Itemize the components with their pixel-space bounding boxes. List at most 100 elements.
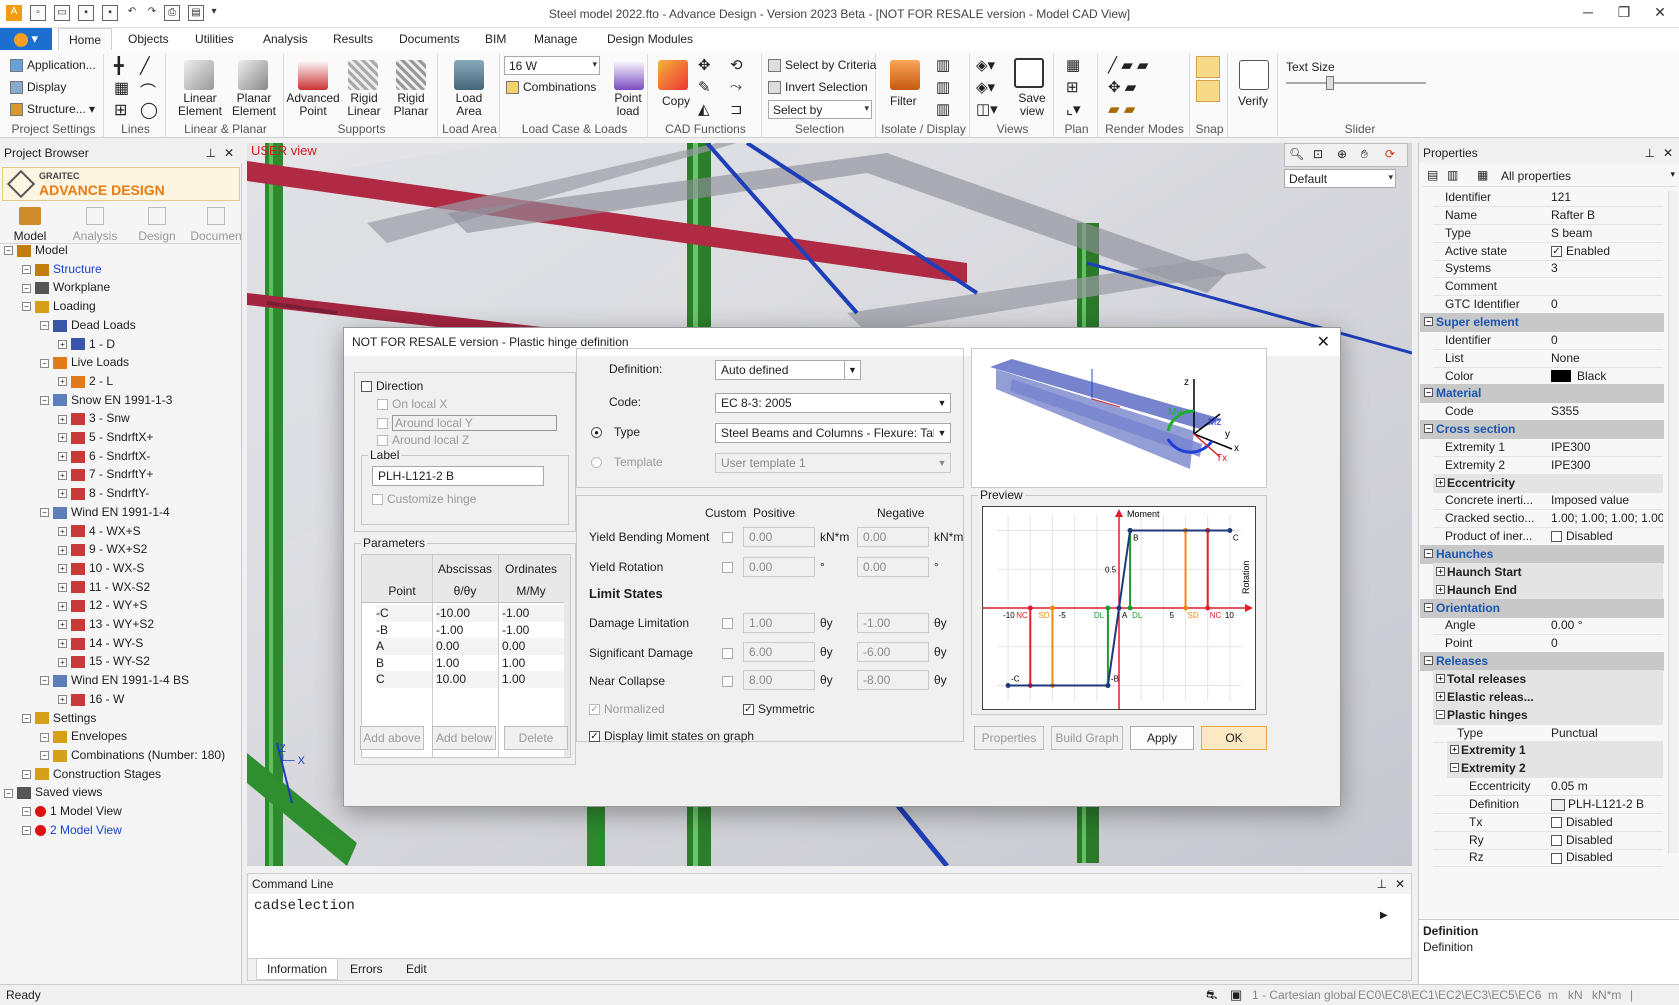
tree-item[interactable]: − Loading — [22, 297, 96, 315]
all-properties-combo[interactable]: All properties — [1501, 169, 1571, 183]
render-2-icon[interactable]: ✥ ▰ — [1108, 78, 1136, 96]
property-value[interactable]: Disabled — [1551, 831, 1663, 849]
expand-icon[interactable]: + — [1436, 584, 1445, 594]
snap-mode-icon[interactable] — [1196, 80, 1220, 102]
customize-hinge-checkbox[interactable]: Customize hinge — [372, 492, 476, 506]
property-section[interactable]: − Orientation — [1420, 598, 1664, 618]
tree-item[interactable]: − Envelopes — [40, 727, 127, 745]
grid-point-cell[interactable]: B — [376, 655, 432, 672]
expand-icon[interactable]: − — [40, 321, 49, 331]
chevron-down-icon[interactable]: ▾ — [1670, 169, 1675, 180]
grid-abscissa-cell[interactable]: 0.00 — [436, 638, 498, 655]
add-below-button[interactable]: Add below — [432, 726, 496, 750]
tree-item[interactable]: +8 - SndrftY- — [58, 484, 149, 502]
extend-icon[interactable]: ⊐ — [730, 100, 743, 118]
grid-icon[interactable]: ▦ — [114, 78, 129, 98]
expand-icon[interactable]: − — [40, 358, 49, 368]
linear-element-button[interactable]: Linear Element — [172, 92, 228, 118]
collapse-icon[interactable]: − — [1424, 316, 1433, 326]
collapse-neg[interactable]: -8.00 — [857, 670, 929, 690]
copy-icon[interactable] — [658, 60, 688, 90]
property-row[interactable]: Extremity 2 IPE300 — [1433, 456, 1663, 475]
property-section[interactable]: − Super element — [1420, 312, 1664, 332]
expand-icon[interactable]: − — [22, 283, 31, 293]
tree-item[interactable]: − 1 Model View — [22, 802, 122, 820]
slider-thumb[interactable] — [1325, 76, 1334, 90]
load-area-icon[interactable] — [454, 60, 484, 90]
grid-abscissa-cell[interactable]: 1.00 — [436, 655, 498, 672]
text-size-slider[interactable] — [1286, 82, 1426, 84]
expand-icon[interactable]: − — [22, 265, 31, 275]
expand-icon[interactable]: + — [58, 582, 67, 592]
restore-icon[interactable]: ❐ — [1610, 4, 1638, 24]
property-checkbox[interactable]: ✓ — [1551, 245, 1562, 257]
yield-moment-neg[interactable]: 0.00 — [857, 527, 929, 547]
expand-icon[interactable]: − — [40, 508, 49, 518]
linear-element-icon[interactable] — [184, 60, 214, 90]
tab-results[interactable]: Results — [333, 32, 373, 46]
orbit-icon[interactable]: ⟳ — [1385, 147, 1395, 161]
property-value[interactable]: 121 — [1551, 188, 1663, 206]
property-checkbox[interactable] — [1551, 852, 1562, 864]
tree-item[interactable]: +1 - D — [58, 335, 115, 353]
property-section[interactable]: − Haunches — [1420, 545, 1664, 564]
damage-pos[interactable]: 1.00 — [743, 613, 815, 633]
load-case-combo[interactable]: 16 W ▾ — [504, 56, 600, 75]
collapse-icon[interactable]: − — [1424, 656, 1433, 666]
template-combo[interactable]: User template 1 ▼ — [715, 453, 951, 473]
categorize-icon[interactable]: ▥ — [1447, 168, 1458, 182]
tree-item[interactable]: − Dead Loads — [40, 316, 136, 334]
tree-item[interactable]: +14 - WY-S — [58, 634, 143, 652]
property-row[interactable]: Name Rafter B — [1433, 206, 1663, 225]
mode-model[interactable]: Model — [10, 207, 50, 243]
expand-icon[interactable]: + — [58, 695, 67, 705]
collapse-custom-checkbox[interactable] — [722, 676, 733, 687]
tree-item[interactable]: − Settings — [22, 709, 96, 727]
property-row[interactable]: Identifier 0 — [1433, 331, 1663, 350]
property-value[interactable]: Punctual — [1551, 724, 1663, 742]
property-row[interactable]: GTC Identifier 0 — [1433, 295, 1663, 315]
tree-item[interactable]: − 2 Model View — [22, 821, 122, 839]
property-row[interactable]: Cracked sectio... 1.00; 1.00; 1.00; 1.00 — [1433, 509, 1663, 529]
grid-point-cell[interactable]: -C — [376, 605, 432, 622]
stretch-icon[interactable]: ✎ — [698, 78, 711, 96]
property-row[interactable]: Concrete inerti... Imposed value — [1433, 491, 1663, 511]
yield-rotation-neg[interactable]: 0.00 — [857, 557, 929, 577]
tree-item[interactable]: +3 - Snw — [58, 409, 130, 427]
expand-icon[interactable]: + — [58, 433, 67, 443]
property-checkbox[interactable] — [1551, 834, 1562, 846]
around-local-y-checkbox[interactable]: Around local Y — [377, 415, 557, 431]
significant-pos[interactable]: 6.00 — [743, 642, 815, 662]
expand-icon[interactable]: + — [58, 489, 67, 499]
snap-magnet-icon[interactable] — [1196, 56, 1220, 78]
render-3-icon[interactable]: ▰ ▰ — [1108, 100, 1135, 118]
layer-status-icon[interactable]: ▣ — [1230, 987, 1242, 1003]
expand-icon[interactable]: + — [58, 377, 67, 387]
tab-analysis[interactable]: Analysis — [263, 32, 308, 46]
pin-icon[interactable]: ⊥ — [206, 146, 216, 160]
property-value[interactable]: Rafter B — [1551, 206, 1663, 224]
tab-edit[interactable]: Edit — [396, 962, 437, 976]
tab-utilities[interactable]: Utilities — [195, 32, 234, 46]
application-menu-button[interactable]: ▾ — [0, 28, 52, 50]
property-subsection[interactable]: − Extremity 2 — [1447, 759, 1663, 779]
unit-length[interactable]: m — [1548, 988, 1558, 1002]
expand-icon[interactable]: + — [58, 545, 67, 555]
close-icon[interactable]: ✕ — [224, 146, 234, 160]
type-combo[interactable]: Steel Beams and Columns - Flexure: Table… — [715, 423, 951, 443]
mirror-icon[interactable]: ◭ — [698, 100, 710, 118]
tab-home[interactable]: Home — [58, 28, 113, 52]
line-icon[interactable]: ╋ — [114, 56, 124, 76]
rigid-linear-button[interactable]: Rigid Linear — [340, 92, 388, 118]
property-row[interactable]: Extremity 1 IPE300 — [1433, 438, 1663, 457]
invert-selection-button[interactable]: Invert Selection — [768, 80, 868, 95]
property-value[interactable]: 1.00; 1.00; 1.00; 1.00 — [1551, 509, 1663, 527]
property-subsection[interactable]: + Haunch Start — [1433, 562, 1663, 582]
view-iso-icon[interactable]: ◈▾ — [976, 78, 995, 96]
filter-button[interactable]: Filter — [890, 94, 917, 108]
save-view-icon[interactable] — [1014, 58, 1044, 88]
close-icon[interactable]: ✕ — [1646, 4, 1674, 24]
property-subsection[interactable]: + Haunch End — [1433, 580, 1663, 600]
select-by-combo[interactable]: Select by ▾ — [768, 100, 872, 119]
property-value[interactable]: Disabled — [1551, 813, 1663, 831]
